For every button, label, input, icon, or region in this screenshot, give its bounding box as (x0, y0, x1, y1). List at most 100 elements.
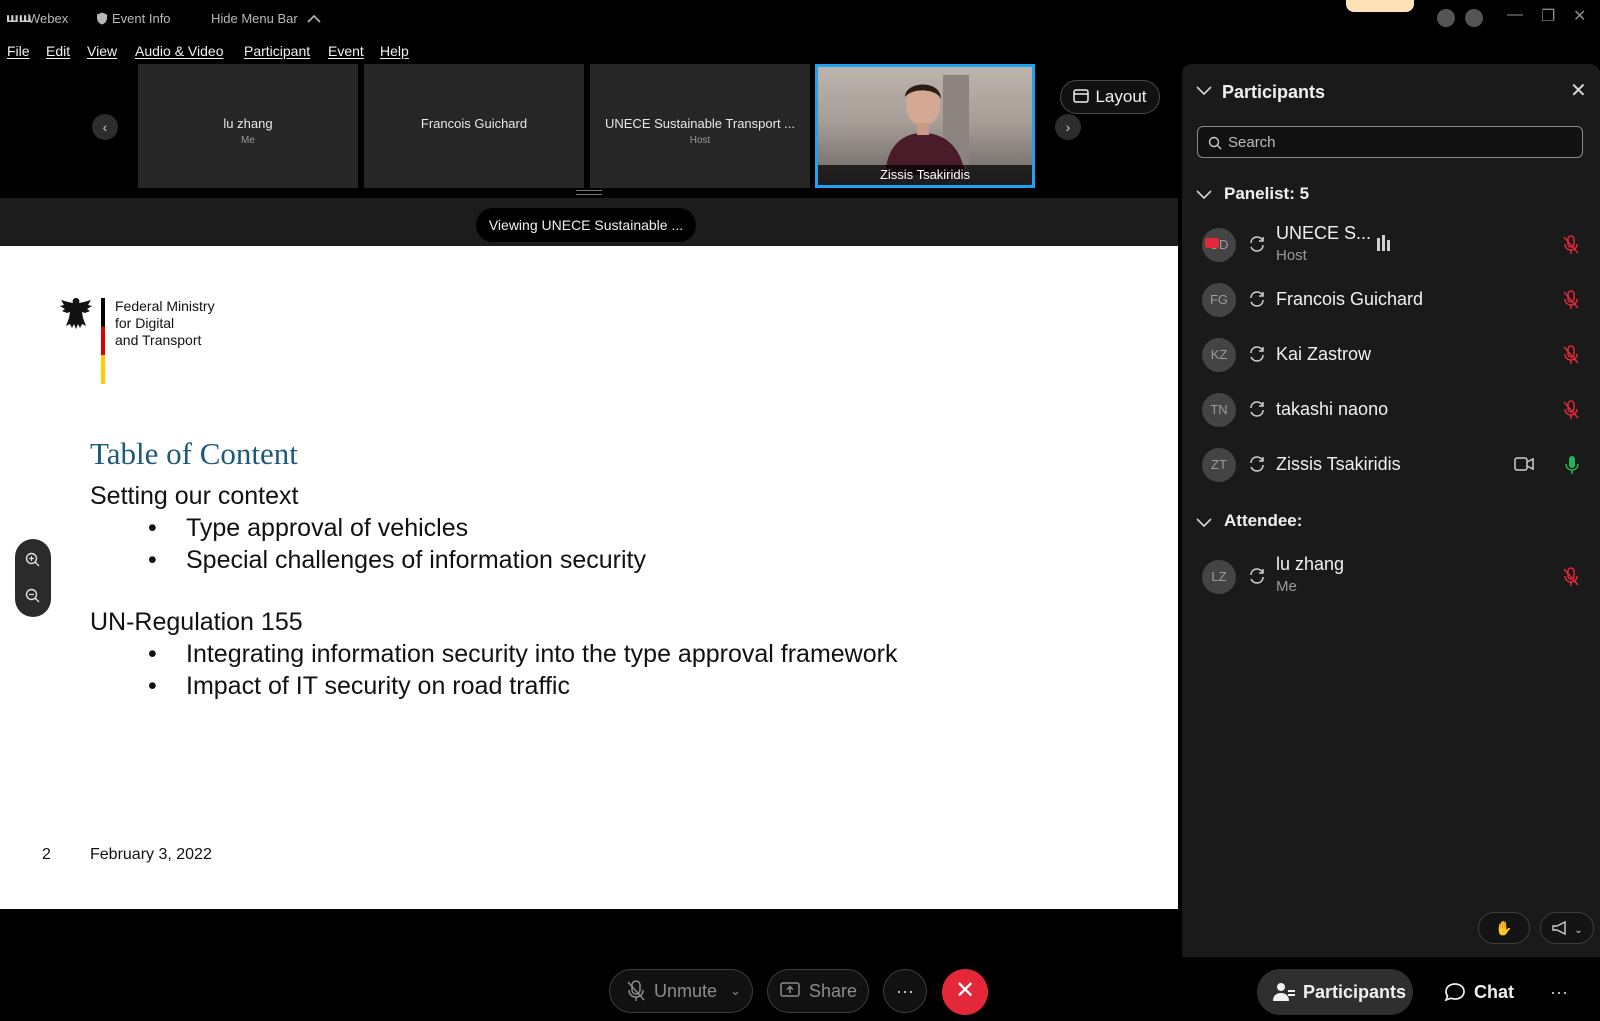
notification-pill[interactable] (1346, 0, 1414, 12)
raise-hand-button[interactable]: ✋ (1478, 912, 1530, 944)
announce-button[interactable]: ⌄ (1540, 912, 1594, 944)
title-bar: ꟺꟺ Webex Event Info Hide Menu Bar — ❐ ✕ (0, 0, 1600, 38)
active-mic-icon[interactable] (1564, 455, 1580, 475)
share-button[interactable]: Share (767, 969, 869, 1013)
menu-event[interactable]: Event (328, 43, 364, 59)
hide-menu-bar-button[interactable]: Hide Menu Bar (211, 11, 321, 26)
sync-icon (1250, 568, 1264, 584)
panel-title: Participants (1222, 82, 1326, 102)
menu-edit[interactable]: Edit (46, 43, 70, 59)
participant-name: takashi naono (1276, 399, 1389, 419)
video-tile-zissis-tsakiridis[interactable]: Zissis Tsakiridis (815, 64, 1035, 188)
sync-icon (1250, 346, 1264, 362)
menu-view[interactable]: View (87, 43, 117, 59)
menu-help[interactable]: Help (380, 43, 409, 59)
more-dock-button[interactable]: ··· (1550, 969, 1580, 1015)
chevron-right-icon: › (1065, 119, 1071, 135)
app-name: Webex (28, 11, 69, 26)
participant-row[interactable]: KZ Kai Zastrow (1182, 328, 1600, 382)
menu-file[interactable]: File (7, 43, 30, 59)
chat-dock-button[interactable]: Chat (1434, 969, 1520, 1015)
bullet-char: • (148, 640, 157, 668)
zoom-out-icon[interactable] (24, 587, 42, 605)
video-camera-icon (1514, 457, 1534, 471)
meeting-controls-bar: Unmute ⌄ Share ··· (0, 909, 1178, 1021)
participant-row[interactable]: FG Francois Guichard (1182, 273, 1600, 327)
video-tile-francois-guichard[interactable]: Francois Guichard (364, 64, 584, 188)
tile-name: lu zhang (223, 116, 273, 131)
ministry-name: Federal Ministry for Digital and Transpo… (115, 298, 215, 349)
unmute-label: Unmute (654, 981, 718, 1001)
muted-mic-icon[interactable] (1562, 235, 1580, 255)
participant-role: Host (1276, 247, 1307, 264)
participants-dock-label: Participants (1303, 982, 1407, 1002)
hide-menu-bar-label: Hide Menu Bar (211, 11, 298, 26)
megaphone-icon (1552, 920, 1566, 936)
bullet-text: Special challenges of information securi… (186, 546, 646, 574)
section-heading: Setting our context (90, 482, 299, 510)
panelist-collapse-icon[interactable] (1196, 188, 1212, 203)
participant-search[interactable] (1197, 126, 1583, 158)
filmstrip-resize-handle[interactable] (576, 190, 602, 195)
muted-mic-icon[interactable] (1562, 345, 1580, 365)
avatar: ZT (1202, 448, 1236, 482)
audio-level-icon (1377, 235, 1390, 251)
german-flag-stripe (101, 298, 105, 384)
menu-participant[interactable]: Participant (244, 43, 310, 59)
participant-name: Francois Guichard (1276, 289, 1424, 309)
participant-row[interactable]: LZ lu zhang Me (1182, 550, 1600, 604)
viewing-share-pill[interactable]: Viewing UNECE Sustainable ... (476, 208, 696, 242)
participant-row[interactable]: ZT Zissis Tsakiridis (1182, 438, 1600, 492)
video-filmstrip: ‹ lu zhang Me Francois Guichard UNECE Su… (0, 64, 1178, 198)
bullet-item: • Special challenges of information secur… (148, 546, 646, 575)
chevron-down-icon[interactable] (1196, 84, 1212, 99)
avatar: KZ (1202, 338, 1236, 372)
muted-mic-icon[interactable] (1562, 290, 1580, 310)
restore-icon[interactable]: ❐ (1541, 6, 1555, 26)
chat-bubble-icon (1444, 983, 1465, 1002)
video-tile-lu-zhang[interactable]: lu zhang Me (138, 64, 358, 188)
sharing-badge-icon (1205, 238, 1219, 248)
avatar: TN (1202, 393, 1236, 427)
tile-sub: Host (689, 135, 711, 146)
muted-mic-icon[interactable] (1562, 400, 1580, 420)
sync-icon (1250, 456, 1264, 472)
ministry-line: Federal Ministry (115, 298, 215, 314)
participants-dock-button[interactable]: Participants (1257, 969, 1413, 1015)
filmstrip-next-button[interactable]: › (1055, 114, 1081, 140)
sync-icon (1250, 291, 1264, 307)
close-panel-icon[interactable]: ✕ (1570, 78, 1587, 103)
zoom-in-icon[interactable] (24, 551, 42, 569)
bullet-char: • (148, 546, 157, 574)
participants-icon (1273, 983, 1295, 1001)
slide-date: February 3, 2022 (90, 846, 212, 863)
menu-audio-video[interactable]: Audio & Video (135, 43, 223, 59)
end-meeting-button[interactable]: ✕ (942, 969, 988, 1015)
speaker-video-image (885, 75, 969, 175)
attendee-collapse-icon[interactable] (1196, 516, 1212, 531)
sync-icon (1250, 401, 1264, 417)
minimize-icon[interactable]: — (1507, 6, 1523, 24)
video-tile-unece-host[interactable]: UNECE Sustainable Transport ... Host (590, 64, 810, 188)
muted-mic-icon[interactable] (1562, 567, 1580, 587)
attendee-header: Attendee: (1224, 511, 1303, 530)
close-window-icon[interactable]: ✕ (1573, 6, 1586, 26)
bullet-char: • (148, 672, 157, 700)
sync-icon (1250, 236, 1264, 252)
unmute-button[interactable]: Unmute ⌄ (609, 969, 753, 1013)
layout-button[interactable]: Layout (1060, 80, 1160, 114)
raise-hand-icon: ✋ (1495, 920, 1513, 936)
participant-name: Zissis Tsakiridis (1276, 454, 1401, 474)
search-icon (1208, 136, 1222, 150)
participant-row[interactable]: TN takashi naono (1182, 383, 1600, 437)
settings-circle-icon[interactable] (1437, 9, 1455, 27)
more-options-button[interactable]: ··· (883, 969, 927, 1013)
chevron-down-icon[interactable]: ⌄ (730, 970, 741, 1012)
search-input[interactable] (1228, 132, 1568, 152)
tile-sub: Me (241, 135, 255, 146)
participant-row[interactable]: UD UNECE S... Host (1182, 218, 1600, 272)
event-info-button[interactable]: Event Info (96, 11, 171, 26)
stats-circle-icon[interactable] (1465, 9, 1483, 27)
filmstrip-prev-button[interactable]: ‹ (92, 114, 118, 140)
participant-role: Me (1276, 578, 1297, 595)
